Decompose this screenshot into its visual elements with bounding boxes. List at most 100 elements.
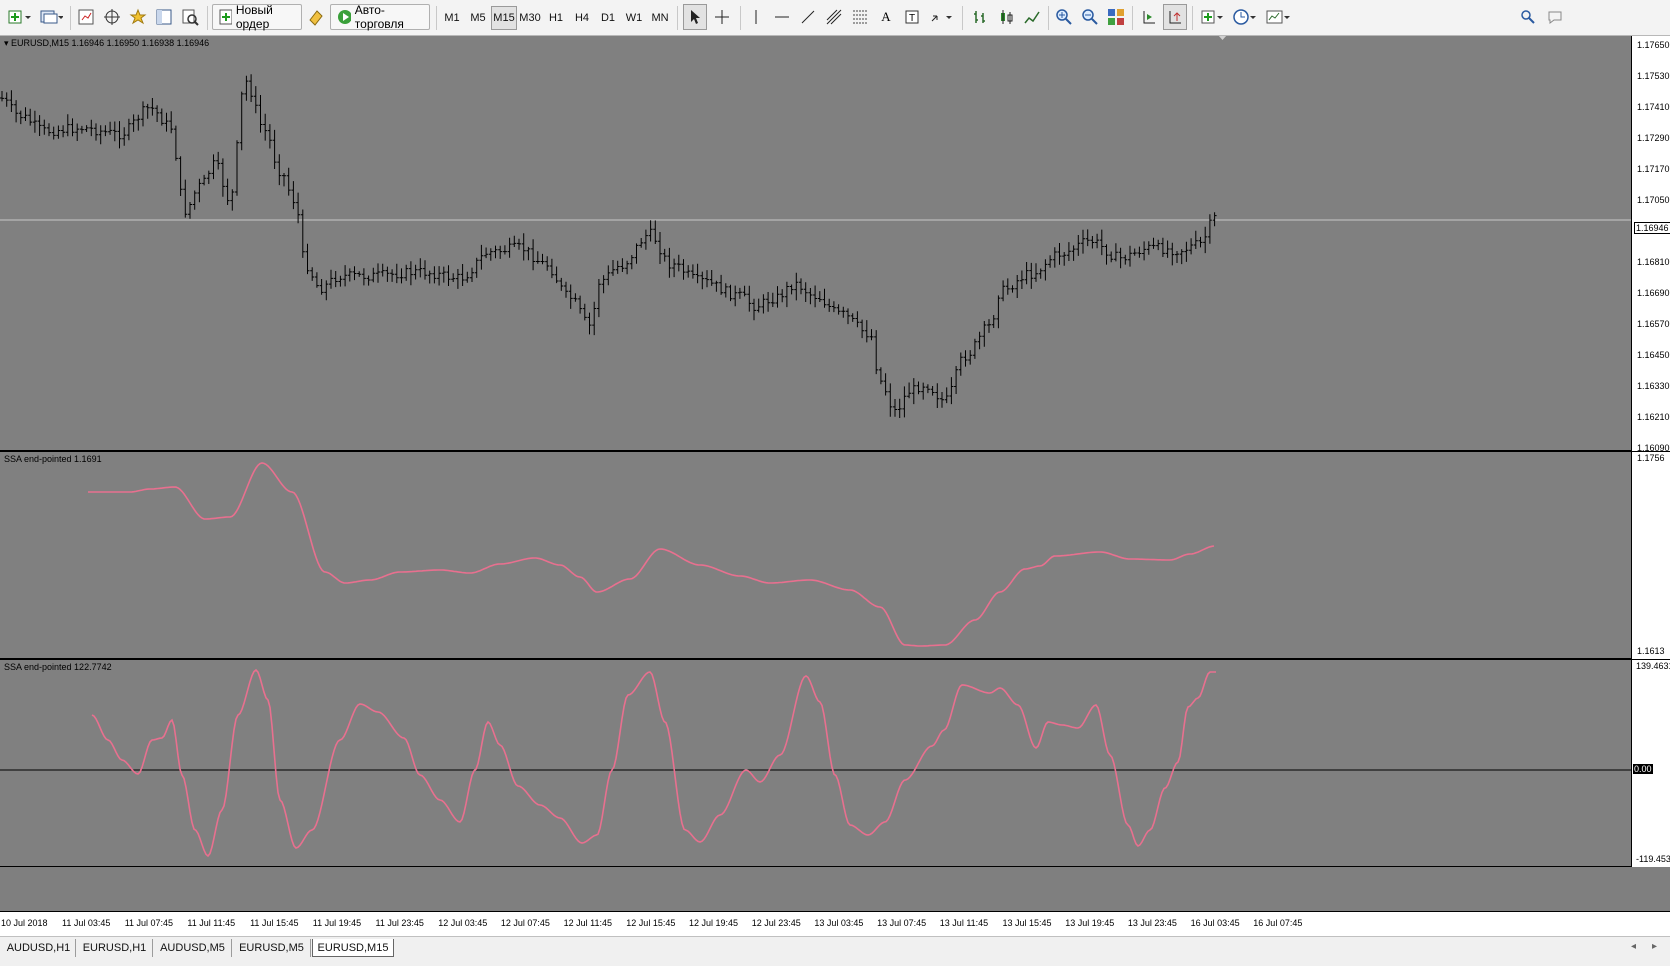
ohlc-bar	[1212, 212, 1217, 227]
new-order-button[interactable]: Новый ордер	[212, 3, 302, 31]
meta-editor-icon[interactable]	[305, 4, 327, 30]
ohlc-bar	[230, 189, 235, 211]
auto-trading-button[interactable]: Авто-торговля	[330, 3, 430, 31]
timeframe-w1[interactable]: W1	[621, 6, 647, 30]
ohlc-bar	[4, 92, 9, 107]
horizontal-line-icon[interactable]	[770, 4, 794, 30]
indicator2-scale[interactable]: 139.4631 0.00 -119.453	[1631, 659, 1670, 867]
collapse-arrow-icon[interactable]: ▾	[4, 38, 11, 48]
search-icon[interactable]	[1516, 4, 1540, 30]
ohlc-bar	[996, 295, 1001, 329]
ohlc-bar	[465, 271, 470, 283]
equidistant-channel-icon[interactable]	[822, 4, 846, 30]
data-window-icon[interactable]	[152, 4, 176, 30]
tile-windows-icon[interactable]	[1104, 4, 1128, 30]
ohlc-bar	[897, 398, 902, 418]
ohlc-bar	[61, 125, 66, 138]
tabs-scroll-right-icon[interactable]: ▸	[1652, 941, 1657, 952]
ohlc-bar	[517, 238, 521, 250]
text-tool-icon[interactable]: A	[874, 4, 898, 30]
candlesticks-icon[interactable]	[994, 4, 1018, 30]
indicator1-pane[interactable]: SSA end-pointed 1.1691	[0, 451, 1631, 659]
ohlc-bar	[596, 279, 601, 318]
tabs-scroll-left-icon[interactable]: ◂	[1631, 941, 1636, 952]
timeframe-m1[interactable]: M1	[439, 6, 465, 30]
indicator1-scale[interactable]: 1.1756 1.1613	[1631, 451, 1670, 659]
ohlc-bar	[686, 265, 691, 278]
vertical-line-icon[interactable]	[744, 4, 768, 30]
tab-audusd-h1[interactable]: AUDUSD,H1	[2, 939, 76, 957]
auto-scroll-icon[interactable]	[1137, 4, 1161, 30]
timeframe-h4[interactable]: H4	[569, 6, 595, 30]
ohlc-bar	[831, 301, 836, 313]
cursor-icon[interactable]	[683, 4, 707, 30]
arrows-icon[interactable]	[926, 4, 956, 30]
ohlc-bar	[836, 304, 841, 315]
timeframe-m5[interactable]: M5	[465, 6, 491, 30]
favorites-icon[interactable]	[126, 4, 150, 30]
time-axis-label: 11 Jul 03:45	[62, 918, 111, 928]
text-label-icon[interactable]: T	[900, 4, 924, 30]
ohlc-bar	[1156, 239, 1161, 251]
ohlc-bar	[1034, 263, 1038, 282]
ohlc-bar	[376, 263, 380, 283]
trendline-icon[interactable]	[796, 4, 820, 30]
indicator2-pane[interactable]: SSA end-pointed 122.7742	[0, 659, 1631, 867]
ohlc-bar	[681, 259, 686, 280]
tab-audusd-m5[interactable]: AUDUSD,M5	[154, 939, 232, 957]
ohlc-bar	[23, 107, 28, 121]
bar-chart-icon[interactable]	[968, 4, 992, 30]
market-watch-icon[interactable]	[74, 4, 98, 30]
indicator1-line	[88, 462, 1215, 647]
timeframe-mn[interactable]: MN	[647, 6, 673, 30]
chat-icon[interactable]	[1544, 4, 1568, 30]
ohlc-bar	[178, 156, 183, 196]
ohlc-bar	[324, 280, 329, 301]
ohlc-bar	[554, 266, 559, 284]
ohlc-bar	[775, 286, 780, 308]
ohlc-bar	[206, 170, 211, 184]
chart-shift-icon[interactable]	[1163, 4, 1187, 30]
zoom-out-icon[interactable]	[1078, 4, 1102, 30]
ohlc-bar	[888, 383, 893, 417]
ohlc-bar	[357, 271, 362, 277]
strategy-tester-icon[interactable]	[178, 4, 202, 30]
timeframe-h1[interactable]: H1	[543, 6, 569, 30]
ohlc-bar	[1099, 229, 1104, 256]
price-scale[interactable]: 1.17650 1.17530 1.17410 1.17290 1.17170 1.170…	[1631, 36, 1670, 453]
ohlc-bar	[1043, 259, 1048, 281]
tab-eurusd-h1[interactable]: EURUSD,H1	[77, 939, 153, 957]
time-axis[interactable]: 10 Jul 2018 11 Jul 03:45 11 Jul 07:45 11 Ju…	[0, 911, 1670, 936]
time-axis-label: 11 Jul 11:45	[187, 918, 236, 928]
indicators-icon[interactable]	[1197, 4, 1227, 30]
ohlc-bar	[1019, 270, 1024, 289]
zoom-in-icon[interactable]	[1052, 4, 1076, 30]
profiles-icon[interactable]	[36, 4, 66, 30]
auto-trading-icon	[338, 10, 351, 24]
fibonacci-icon[interactable]	[848, 4, 872, 30]
ohlc-bar	[987, 319, 991, 333]
timeframe-m15[interactable]: M15	[491, 6, 517, 30]
navigator-icon[interactable]	[100, 4, 124, 30]
templates-icon[interactable]	[1263, 4, 1293, 30]
timeframe-m30[interactable]: M30	[517, 6, 543, 30]
ohlc-bar	[286, 167, 291, 196]
chart-shift-marker-icon[interactable]	[1218, 36, 1227, 40]
new-chart-icon[interactable]	[4, 4, 34, 30]
price-scale-label: 1.17530	[1637, 71, 1670, 81]
ohlc-bar	[789, 284, 794, 295]
tab-eurusd-m5[interactable]: EURUSD,M5	[233, 939, 311, 957]
timeframe-d1[interactable]: D1	[595, 6, 621, 30]
ohlc-bar	[141, 101, 145, 127]
chart-window[interactable]: ▾ EURUSD,M15 1.16946 1.16950 1.16938 1.1…	[0, 36, 1670, 942]
crosshair-icon[interactable]	[710, 4, 734, 30]
periodicity-icon[interactable]	[1230, 4, 1260, 30]
ohlc-bar	[639, 238, 644, 248]
tab-eurusd-m15[interactable]: EURUSD,M15	[312, 939, 394, 957]
ohlc-bar	[502, 245, 507, 255]
ohlc-bar	[648, 220, 653, 242]
ohlc-bar	[1062, 252, 1067, 266]
ssa-line	[88, 462, 1215, 647]
line-chart-icon[interactable]	[1020, 4, 1044, 30]
price-pane[interactable]: ▾ EURUSD,M15 1.16946 1.16950 1.16938 1.1…	[0, 36, 1631, 451]
